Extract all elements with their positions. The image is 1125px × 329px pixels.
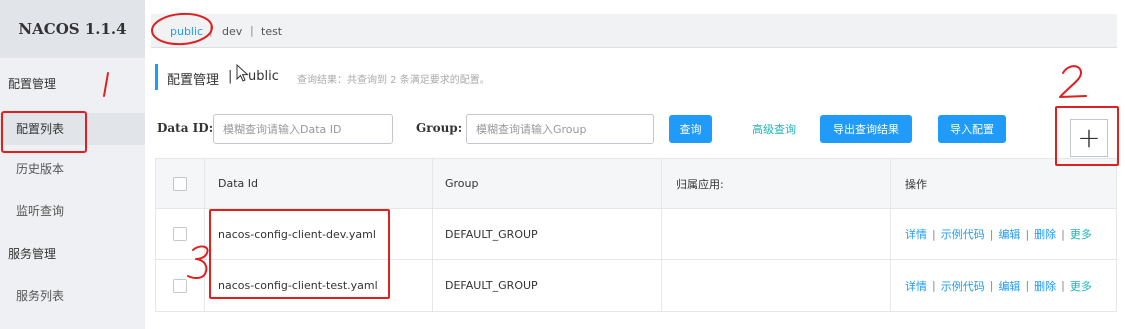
annotation-ellipse-public — [151, 12, 213, 46]
annotation-mark-1 — [103, 72, 109, 97]
annotation-mark-2 — [1059, 65, 1087, 98]
annotation-box-config-list — [1, 111, 87, 153]
annotation-mark-3 — [187, 245, 209, 280]
annotation-box-add — [1055, 106, 1119, 166]
annotation-overlay — [1, 12, 1119, 299]
annotation-box-data-ids — [209, 209, 390, 299]
